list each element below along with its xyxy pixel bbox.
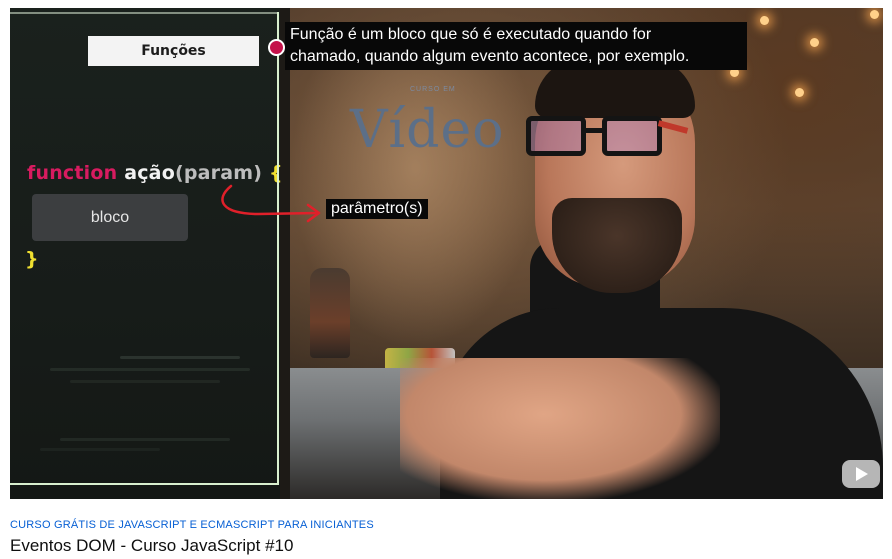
lamp-light bbox=[810, 38, 819, 47]
figurine bbox=[310, 268, 350, 358]
function-keyword: function bbox=[27, 162, 118, 184]
scene-logo: Vídeo bbox=[350, 100, 505, 160]
close-brace: } bbox=[25, 248, 39, 270]
lamp-light bbox=[870, 10, 879, 19]
glasses bbox=[526, 116, 689, 160]
title-marker-dot bbox=[268, 39, 285, 56]
series-link[interactable]: CURSO GRÁTIS DE JAVASCRIPT E ECMASCRIPT … bbox=[10, 519, 374, 531]
panel-border bbox=[10, 483, 279, 485]
close-paren: ) bbox=[253, 162, 263, 184]
param-name: param bbox=[183, 162, 254, 184]
panel-title: Funções bbox=[88, 36, 259, 66]
caption-box: Função é um bloco que só é executado qua… bbox=[285, 22, 747, 70]
youtube-play-icon[interactable] bbox=[842, 460, 880, 488]
open-paren: ( bbox=[174, 162, 184, 184]
function-signature: function ação(param) { bbox=[27, 162, 283, 184]
caption-line: Função é um bloco que só é executado qua… bbox=[290, 26, 652, 43]
presenter-hands bbox=[400, 358, 720, 499]
caption-line: chamado, quando algum evento acontece, p… bbox=[290, 48, 690, 65]
code-panel: Funções function ação(param) { bloco } bbox=[10, 8, 283, 499]
video-player[interactable]: CURSO EM Vídeo Funções function ação(par… bbox=[10, 8, 883, 499]
function-name: ação bbox=[124, 162, 175, 184]
code-block-box: bloco bbox=[32, 194, 188, 241]
lamp-light bbox=[795, 88, 804, 97]
panel-border bbox=[277, 12, 279, 485]
lamp-light bbox=[760, 16, 769, 25]
video-title: Eventos DOM - Curso JavaScript #10 bbox=[10, 536, 294, 555]
open-brace: { bbox=[268, 162, 283, 184]
scene-logo-small: CURSO EM bbox=[410, 86, 456, 93]
video-scene: CURSO EM Vídeo bbox=[290, 8, 883, 499]
param-label: parâmetro(s) bbox=[326, 199, 428, 219]
